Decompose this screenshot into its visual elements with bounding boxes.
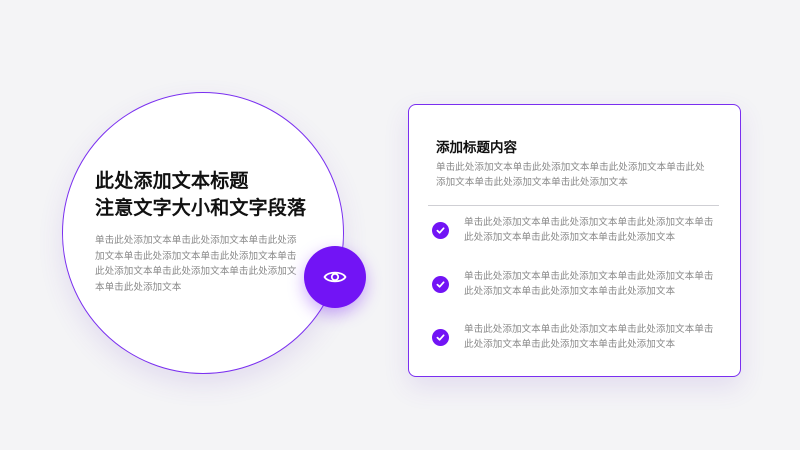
check-list-item: 单击此处添加文本单击此处添加文本单击此处添加文本单击此处添加文本单击此处添加文本… xyxy=(432,322,722,354)
circle-title-line-1: 此处添加文本标题 xyxy=(95,170,249,192)
circle-title-line-2: 注意文字大小和文字段落 xyxy=(95,197,307,219)
circle-body-text: 单击此处添加文本单击此处添加文本单击此处添加文本单击此处添加文本单击此处添加文本… xyxy=(95,235,297,293)
card-description: 单击此处添加文本单击此处添加文本单击此处添加文本单击此处添加文本单击此处添加文本… xyxy=(436,162,705,188)
check-item-text: 单击此处添加文本单击此处添加文本单击此处添加文本单击此处添加文本单击此处添加文本… xyxy=(464,324,714,350)
check-list-item: 单击此处添加文本单击此处添加文本单击此处添加文本单击此处添加文本单击此处添加文本… xyxy=(432,215,722,247)
circle-title: 此处添加文本标题 注意文字大小和文字段落 xyxy=(95,168,335,222)
check-circle-icon xyxy=(432,276,449,293)
check-circle-icon xyxy=(432,329,449,346)
card-title: 添加标题内容 xyxy=(436,140,517,156)
check-item-text: 单击此处添加文本单击此处添加文本单击此处添加文本单击此处添加文本单击此处添加文本… xyxy=(464,217,714,243)
eye-badge xyxy=(304,246,366,308)
check-item-text: 单击此处添加文本单击此处添加文本单击此处添加文本单击此处添加文本单击此处添加文本… xyxy=(464,271,714,297)
check-list-item: 单击此处添加文本单击此处添加文本单击此处添加文本单击此处添加文本单击此处添加文本… xyxy=(432,269,722,301)
slide: 此处添加文本标题 注意文字大小和文字段落 单击此处添加文本单击此处添加文本单击此… xyxy=(0,0,800,450)
card-divider xyxy=(428,205,719,206)
check-circle-icon xyxy=(432,222,449,239)
eye-icon xyxy=(323,271,347,283)
